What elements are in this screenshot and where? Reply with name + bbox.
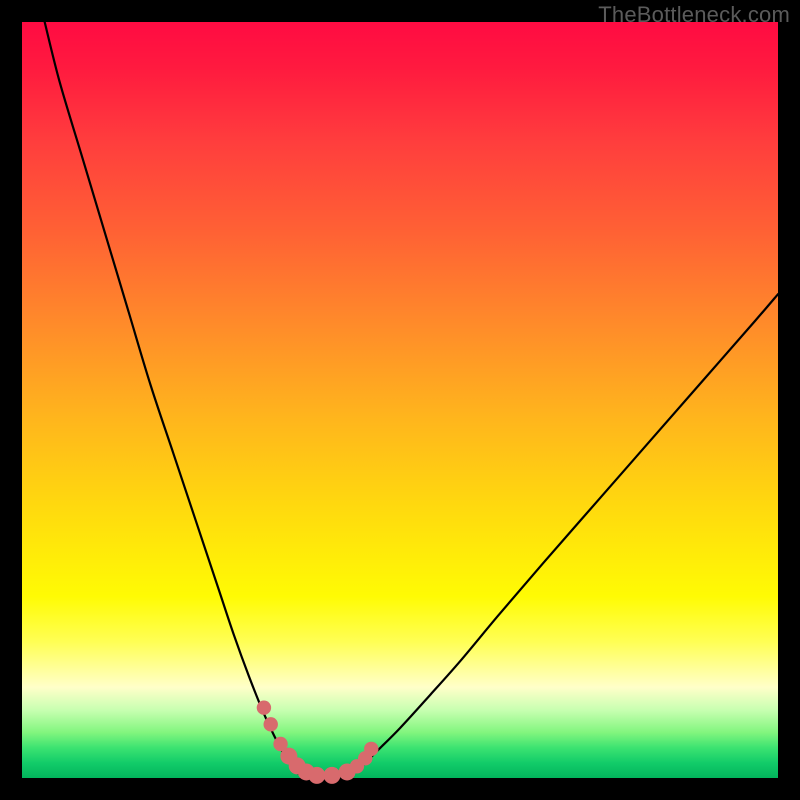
watermark-text: TheBottleneck.com [598, 2, 790, 28]
gradient-plot-area [22, 22, 778, 778]
